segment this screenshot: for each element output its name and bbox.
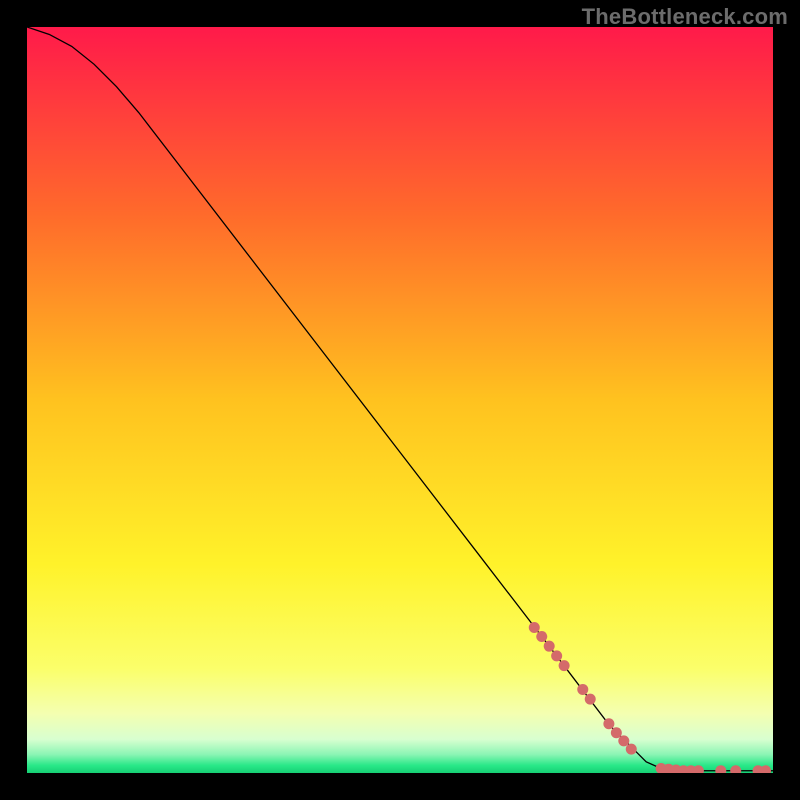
scatter-dot <box>585 694 596 705</box>
scatter-dot <box>611 727 622 738</box>
scatter-dot <box>544 641 555 652</box>
scatter-dot <box>577 684 588 695</box>
scatter-dot <box>626 744 637 755</box>
chart-svg <box>27 27 773 773</box>
chart-background <box>27 27 773 773</box>
scatter-dot <box>559 660 570 671</box>
scatter-dot <box>551 650 562 661</box>
scatter-dot <box>618 735 629 746</box>
chart-plot-area <box>27 27 773 773</box>
scatter-dot <box>529 622 540 633</box>
scatter-dot <box>603 718 614 729</box>
scatter-dot <box>536 631 547 642</box>
